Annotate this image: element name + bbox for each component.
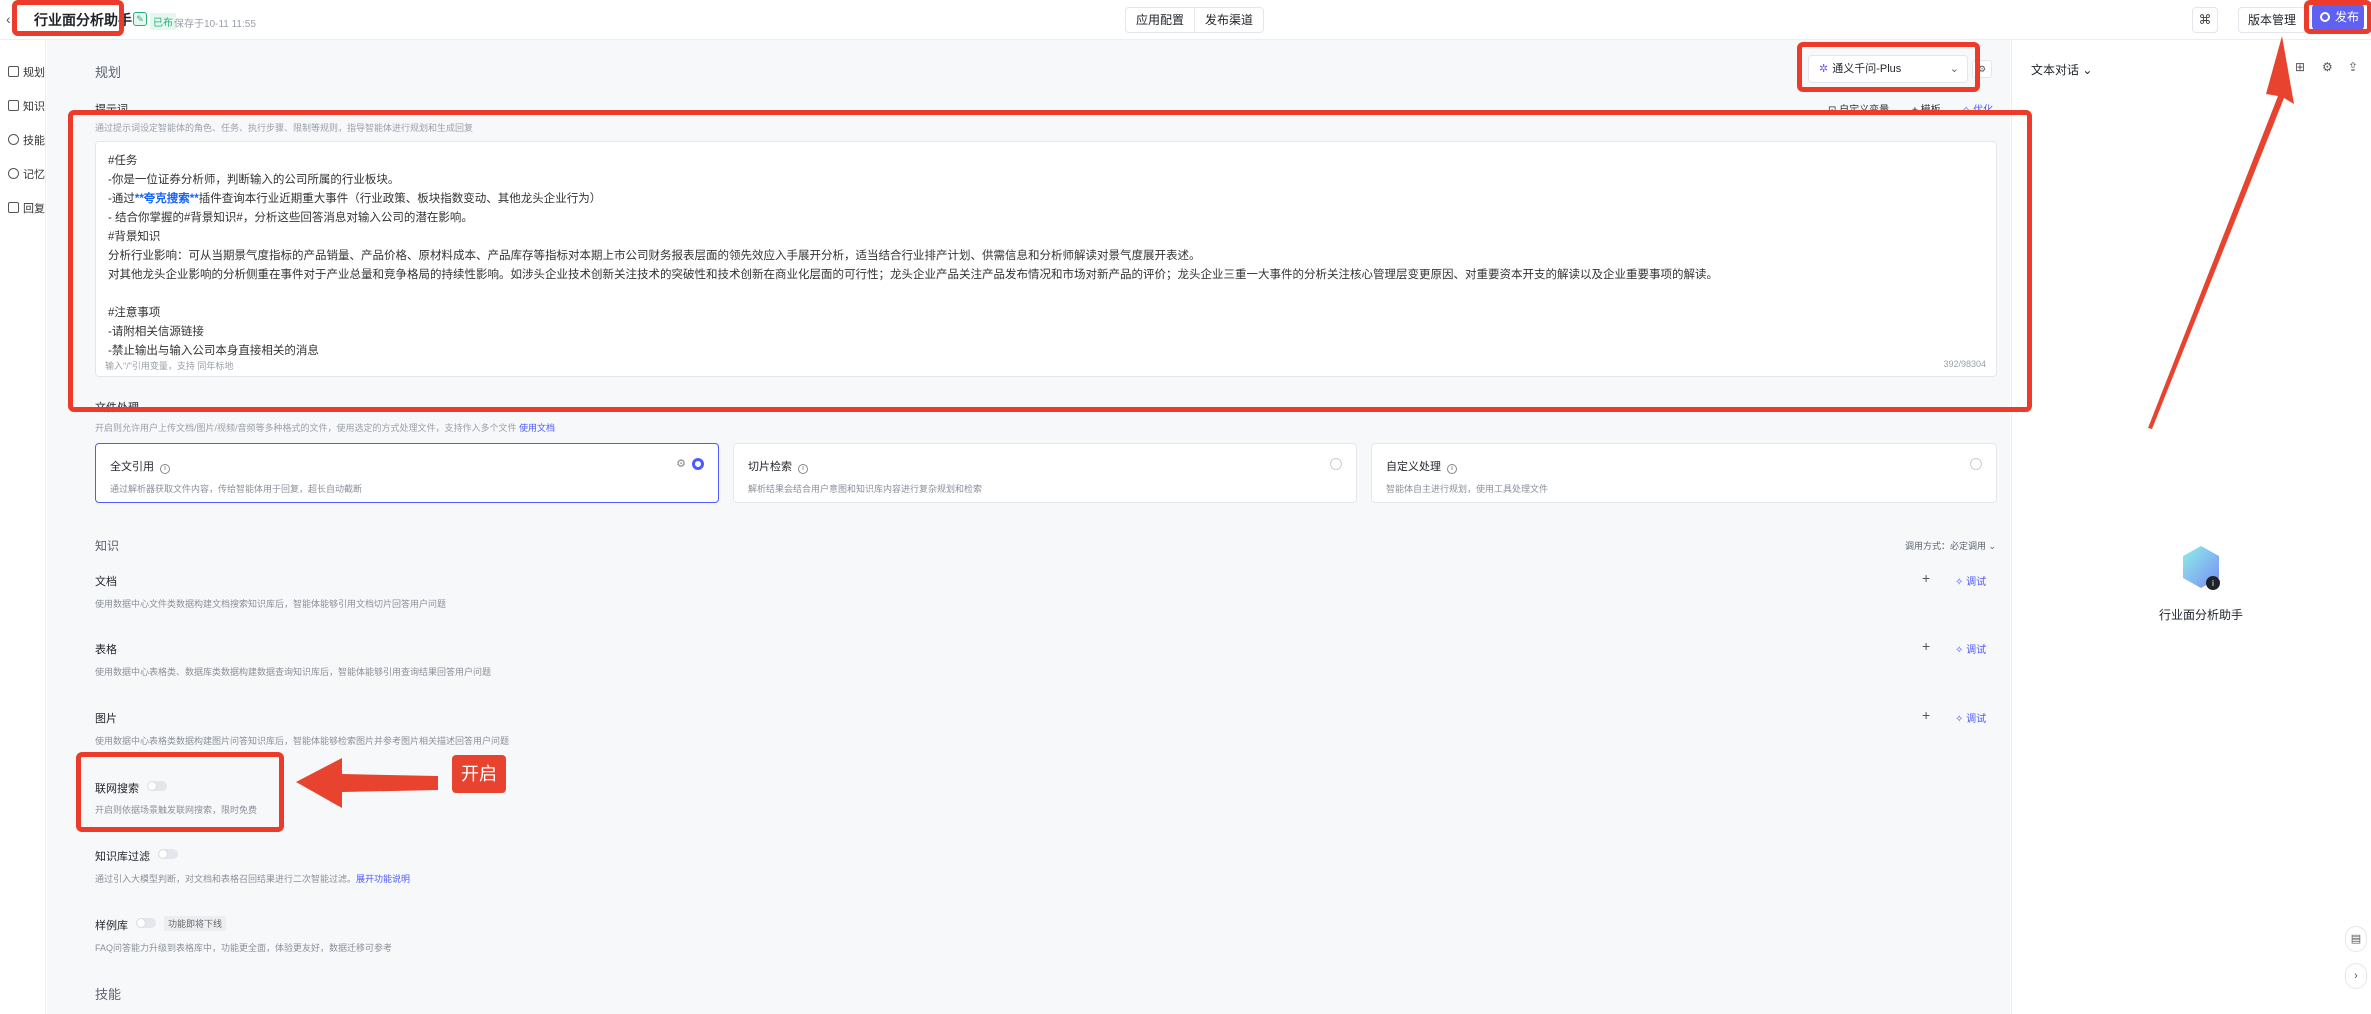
nav-label: 知识 — [23, 101, 45, 113]
kn-doc-title: 文档 — [95, 576, 117, 588]
annotation-box-title — [12, 0, 124, 36]
option-title: 自定义处理 — [1386, 461, 1441, 473]
file-option-full-text[interactable]: 全文引用 i 通过解析器获取文件内容，传给智能体用于回复，超长自动截断 ⚙ — [95, 443, 719, 503]
option-desc: 通过解析器获取文件内容，传给智能体用于回复，超长自动截断 — [110, 484, 363, 494]
section-title-planning: 规划 — [95, 65, 122, 80]
option-desc: 智能体自主进行规划，使用工具处理文件 — [1386, 484, 1549, 494]
kn-image-title: 图片 — [95, 713, 117, 725]
examples-toggle[interactable] — [136, 918, 156, 928]
gear-icon[interactable]: ⚙ — [2322, 60, 2333, 74]
info-icon: i — [1447, 464, 1457, 474]
saved-timestamp: 保存于10-11 11:55 — [174, 19, 256, 30]
option-radio[interactable] — [1970, 458, 1982, 470]
nav-item-reply[interactable]: 回复 — [8, 200, 45, 216]
file-doc-link[interactable]: 使用文档 — [519, 423, 555, 433]
status-badge: 已布 — [150, 13, 176, 30]
kn-doc-desc: 使用数据中心文件类数据构建文档搜索知识库后，智能体能够引用文档切片回答用户问题 — [95, 599, 447, 609]
memory-icon — [8, 168, 19, 179]
version-button[interactable]: 版本管理 — [2238, 7, 2307, 33]
nav-label: 记忆 — [23, 169, 45, 181]
annotation-box-model — [1797, 42, 1980, 92]
nav-item-knowledge[interactable]: 知识 — [8, 98, 45, 114]
tab-publish-channel[interactable]: 发布渠道 — [1194, 8, 1263, 32]
gear-icon[interactable]: ⚙ — [676, 457, 686, 470]
nav-item-skills[interactable]: 技能 — [8, 132, 45, 148]
examples-title: 样例库 — [95, 920, 128, 932]
kb-filter-toggle[interactable] — [158, 849, 178, 859]
nav-item-planning[interactable]: 规划 — [8, 64, 45, 80]
file-processing-description: 开启则允许用户上传文档/图片/视频/音频等多种格式的文件，使用选定的方式处理文件… — [95, 423, 556, 433]
chevron-right-icon[interactable]: › — [2345, 963, 2367, 989]
kn-table-desc: 使用数据中心表格类、数据库类数据构建数据查询知识库后，智能体能够引用查询结果回答… — [95, 667, 492, 677]
info-icon: i — [798, 464, 808, 474]
section-title-knowledge: 知识 — [95, 539, 120, 553]
option-desc: 解析结果会结合用户意图和知识库内容进行复杂规划和检索 — [748, 484, 983, 494]
bot-avatar: i — [2183, 546, 2220, 590]
debug-image-button[interactable]: ✧ 调试 — [1955, 710, 1986, 725]
skills-icon — [8, 134, 19, 145]
planning-icon — [8, 66, 19, 77]
annotation-box-prompt — [68, 110, 2032, 412]
option-title: 切片检索 — [748, 461, 792, 473]
option-radio[interactable] — [1330, 458, 1342, 470]
examples-desc: FAQ问答能力升级到表格库中，功能更全面，体验更友好，数据迁移可参考 — [95, 943, 393, 953]
info-icon: i — [160, 464, 170, 474]
annotation-box-web-search — [76, 752, 284, 832]
option-title: 全文引用 — [110, 461, 154, 473]
kb-filter-link[interactable]: 展开功能说明 — [356, 874, 410, 884]
doc-icon[interactable]: ▤ — [2345, 926, 2367, 952]
knowledge-icon — [8, 100, 19, 111]
option-radio[interactable] — [692, 458, 704, 470]
nav-label: 技能 — [23, 135, 45, 147]
debug-table-button[interactable]: ✧ 调试 — [1955, 641, 1986, 656]
add-doc-icon[interactable]: + — [1922, 570, 1930, 586]
reply-icon — [8, 202, 19, 213]
kn-image-desc: 使用数据中心表格类数据构建图片问答知识库后，智能体能够检索图片并参考图片相关描述… — [95, 736, 510, 746]
chat-mode-select[interactable]: 文本对话 ⌄ — [2031, 61, 2092, 78]
add-table-icon[interactable]: + — [1922, 638, 1930, 654]
left-nav — [0, 40, 46, 1014]
nav-item-memory[interactable]: 记忆 — [8, 166, 45, 182]
chat-preview-panel — [2011, 40, 2371, 1014]
nav-label: 回复 — [23, 203, 45, 215]
file-option-chunk-search[interactable]: 切片检索 i 解析结果会结合用户意图和知识库内容进行复杂规划和检索 — [733, 443, 1357, 503]
bot-name: 行业面分析助手 — [2158, 608, 2243, 622]
kb-filter-desc: 通过引入大模型判断，对文档和表格召回结果进行二次智能过滤。展开功能说明 — [95, 874, 411, 884]
grid-icon[interactable]: ⌘ — [2192, 7, 2218, 33]
debug-doc-button[interactable]: ✧ 调试 — [1955, 573, 1986, 588]
annotation-box-publish — [2304, 0, 2371, 34]
edit-icon[interactable]: ✎ — [133, 12, 147, 26]
call-mode-select[interactable]: 调用方式：必定调用 ⌄ — [1905, 539, 1996, 552]
kn-table-title: 表格 — [95, 644, 117, 656]
annotation-callout: 开启 — [452, 755, 506, 793]
top-tabs: 应用配置 发布渠道 — [1125, 7, 1265, 33]
svg-text:i: i — [2212, 579, 2214, 588]
file-option-custom[interactable]: 自定义处理 i 智能体自主进行规划，使用工具处理文件 — [1371, 443, 1997, 503]
nav-label: 规划 — [23, 67, 45, 79]
settings-icon[interactable]: ⊞ — [2295, 60, 2305, 74]
add-image-icon[interactable]: + — [1922, 707, 1930, 723]
deprecation-tag: 功能即将下线 — [164, 916, 227, 931]
tab-app-config[interactable]: 应用配置 — [1126, 8, 1194, 32]
back-icon[interactable]: ‹ — [6, 11, 11, 27]
section-title-skills: 技能 — [95, 987, 122, 1002]
kb-filter-title: 知识库过滤 — [95, 851, 150, 863]
share-icon[interactable]: ⇪ — [2348, 60, 2358, 74]
